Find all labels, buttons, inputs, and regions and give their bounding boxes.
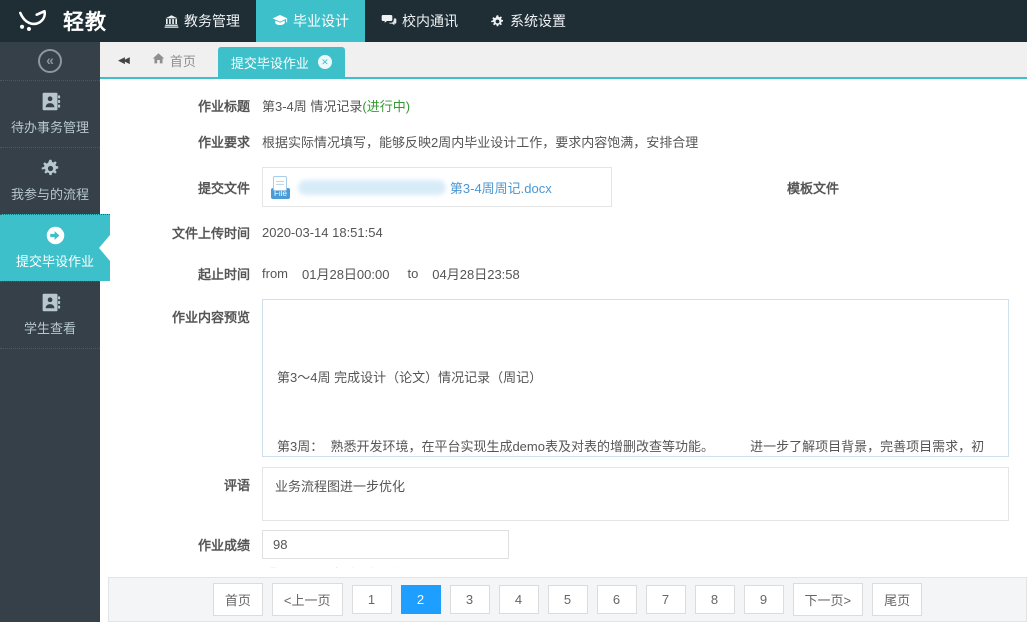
nav-item-system-settings[interactable]: 系统设置 <box>474 0 582 42</box>
address-book-icon <box>0 292 100 313</box>
sidebar-item-my-processes[interactable]: 我参与的流程 <box>0 147 100 214</box>
arrow-circle-right-icon <box>0 225 110 246</box>
top-navbar: 轻教 教务管理 毕业设计 校内通讯 <box>0 0 1027 42</box>
logo-icon <box>16 5 54 38</box>
homework-title-value: 第3-4周 情况记录(进行中) <box>262 96 410 115</box>
sidebar-item-submit-homework[interactable]: 提交毕设作业 <box>0 214 110 281</box>
pagination-page-button[interactable]: 8 <box>695 585 735 614</box>
pagination-page-button[interactable]: 6 <box>597 585 637 614</box>
comments-icon <box>381 13 397 29</box>
tab-home-label: 首页 <box>170 51 196 70</box>
homework-title-label: 作业标题 <box>100 96 250 115</box>
sidebar-item-label: 我参与的流程 <box>11 187 89 202</box>
pagination-last-button[interactable]: 尾页 <box>872 583 922 616</box>
row-homework-title: 作业标题 第3-4周 情况记录(进行中) <box>100 96 1027 115</box>
row-upload-time: 文件上传时间 2020-03-14 18:51:54 <box>100 223 1027 242</box>
row-comment: 评语 业务流程图进一步优化 <box>100 467 1027 521</box>
file-download-link[interactable]: 第3-4周周记.docx <box>450 178 552 197</box>
pagination-page-button-active[interactable]: 2 <box>401 585 441 614</box>
row-submitted-file: 提交文件 File 第3-4周周记.docx 模板文件 <box>100 167 1027 207</box>
date-range-label: 起止时间 <box>100 264 250 283</box>
redacted-filename <box>298 180 446 195</box>
pagination-page-button[interactable]: 9 <box>744 585 784 614</box>
sidebar-collapse-row: « <box>0 42 100 80</box>
pagination-page-button[interactable]: 7 <box>646 585 686 614</box>
nav-menu: 教务管理 毕业设计 校内通讯 系统设置 <box>148 0 582 42</box>
app-window: 轻教 教务管理 毕业设计 校内通讯 <box>0 0 1027 629</box>
pagination-page-button[interactable]: 3 <box>450 585 490 614</box>
range-from-word: from <box>262 266 288 281</box>
nav-item-campus-message[interactable]: 校内通讯 <box>365 0 474 42</box>
homework-requirement-value: 根据实际情况填写，能够反映2周内毕业设计工作，要求内容饱满，安排合理 <box>262 132 698 151</box>
score-label: 作业成绩 <box>100 535 250 554</box>
sidebar-item-todo-management[interactable]: 待办事务管理 <box>0 80 100 147</box>
nav-item-label: 毕业设计 <box>293 11 349 31</box>
comment-textarea[interactable]: 业务流程图进一步优化 <box>262 467 1009 521</box>
home-icon <box>152 52 165 68</box>
body-wrap: « 待办事务管理 我参与的流程 提交毕设作业 <box>0 42 1027 622</box>
preview-line-2: 第3周： 熟悉开发环境，在平台实现生成demo表及对表的增删改查等功能。 进一步… <box>277 435 994 457</box>
status-badge: (进行中) <box>362 99 410 114</box>
logo-text: 轻教 <box>63 6 107 36</box>
pagination-bar: 首页 <上一页 1 2 3 4 5 6 7 8 9 下一页> 尾页 <box>108 577 1027 622</box>
pagination-page-button[interactable]: 5 <box>548 585 588 614</box>
tab-home[interactable]: 首页 <box>138 43 210 77</box>
content-preview-textarea[interactable]: 第3～4周 完成设计（论文）情况记录（周记） 第3周： 熟悉开发环境，在平台实现… <box>262 299 1009 457</box>
tab-active-label: 提交毕设作业 <box>231 53 309 72</box>
upload-time-label: 文件上传时间 <box>100 223 250 242</box>
gear-icon <box>0 158 100 179</box>
preview-line-1: 第3～4周 完成设计（论文）情况记录（周记） <box>277 366 994 389</box>
homework-requirement-label: 作业要求 <box>100 132 250 151</box>
institution-icon <box>164 14 179 29</box>
sidebar-divider <box>0 348 100 349</box>
range-to-word: to <box>407 266 418 281</box>
address-book-icon <box>0 91 100 112</box>
nav-item-graduation-design[interactable]: 毕业设计 <box>256 0 365 42</box>
nav-item-label: 教务管理 <box>184 11 240 31</box>
graduation-cap-icon <box>272 13 288 29</box>
collapse-sidebar-button[interactable]: « <box>38 49 62 73</box>
row-content-preview: 作业内容预览 第3～4周 完成设计（论文）情况记录（周记） 第3周： 熟悉开发环… <box>100 299 1027 457</box>
close-icon[interactable]: ✕ <box>318 55 332 69</box>
form-panel: 作业标题 第3-4周 情况记录(进行中) 作业要求 根据实际情况填写，能够反映2… <box>100 79 1027 568</box>
range-from-value: 01月28日00:00 <box>302 264 389 283</box>
pagination-prev-button[interactable]: <上一页 <box>272 583 343 616</box>
nav-item-label: 系统设置 <box>510 11 566 31</box>
upload-time-value: 2020-03-14 18:51:54 <box>262 225 383 240</box>
template-file-label: 模板文件 <box>787 178 839 197</box>
submitted-file-box: File 第3-4周周记.docx <box>262 167 612 207</box>
pagination-next-button[interactable]: 下一页> <box>793 583 864 616</box>
sidebar-item-label: 提交毕设作业 <box>16 254 94 269</box>
pagination-first-button[interactable]: 首页 <box>213 583 263 616</box>
gear-icon <box>490 14 505 29</box>
comment-label: 评语 <box>100 467 250 494</box>
sidebar: « 待办事务管理 我参与的流程 提交毕设作业 <box>0 42 100 622</box>
range-to-value: 04月28日23:58 <box>432 264 519 283</box>
tab-submit-homework[interactable]: 提交毕设作业 ✕ <box>218 47 345 77</box>
file-icon: File <box>271 176 290 199</box>
tabs-back-button[interactable]: ◀◀ <box>108 43 138 77</box>
nav-item-academic-affairs[interactable]: 教务管理 <box>148 0 256 42</box>
row-score-hint: (满分100分，折合后加入总分) <box>100 565 1027 568</box>
row-score: 作业成绩 <box>100 530 1027 559</box>
pagination-page-button[interactable]: 1 <box>352 585 392 614</box>
nav-item-label: 校内通讯 <box>402 11 458 31</box>
pagination-page-button[interactable]: 4 <box>499 585 539 614</box>
score-input[interactable] <box>262 530 509 559</box>
score-hint-text: (满分100分，折合后加入总分) <box>262 565 422 568</box>
row-date-range: 起止时间 from 01月28日00:00 to 04月28日23:58 <box>100 264 1027 283</box>
content-preview-label: 作业内容预览 <box>100 299 250 326</box>
sidebar-item-label: 待办事务管理 <box>11 120 89 135</box>
tab-bar: ◀◀ 首页 提交毕设作业 ✕ <box>100 42 1027 79</box>
content-area: ◀◀ 首页 提交毕设作业 ✕ 作业标题 第3-4周 情况记录(进行中) <box>100 42 1027 622</box>
row-homework-requirement: 作业要求 根据实际情况填写，能够反映2周内毕业设计工作，要求内容饱满，安排合理 <box>100 132 1027 151</box>
sidebar-item-student-view[interactable]: 学生查看 <box>0 281 100 348</box>
submitted-file-label: 提交文件 <box>100 178 250 197</box>
brand-logo[interactable]: 轻教 <box>0 0 140 42</box>
sidebar-item-label: 学生查看 <box>24 321 76 336</box>
